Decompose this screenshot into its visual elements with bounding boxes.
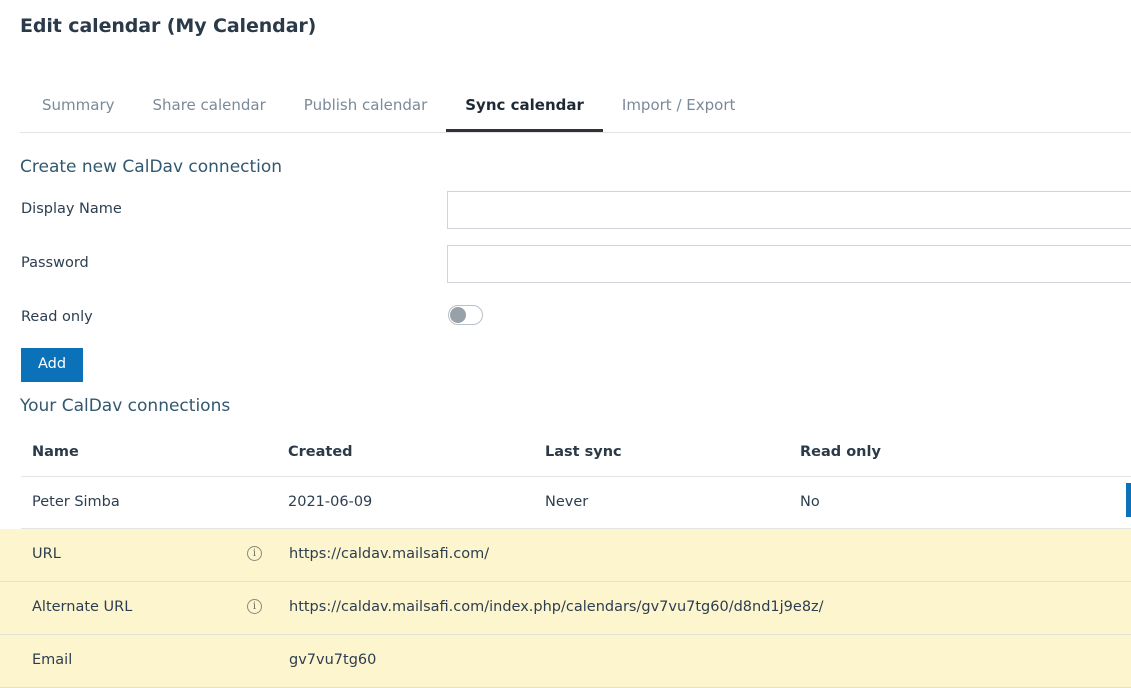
detail-row-url: URL i https://caldav.mailsafi.com/ (0, 529, 1131, 582)
password-label: Password (21, 255, 89, 271)
tab-share-calendar-label: Share calendar (153, 96, 266, 114)
tab-sync-calendar[interactable]: Sync calendar (446, 88, 603, 132)
tab-sync-calendar-label: Sync calendar (465, 96, 584, 114)
display-name-input[interactable] (447, 191, 1131, 229)
connections-heading: Your CalDav connections (20, 396, 230, 416)
connections-table: Name Created Last sync Read only Peter S… (0, 430, 1131, 688)
tab-import-export-label: Import / Export (622, 96, 735, 114)
password-row: Password (0, 245, 1131, 299)
cell-name: Peter Simba (32, 494, 120, 510)
detail-value-alternate-url: https://caldav.mailsafi.com/index.php/ca… (289, 599, 824, 615)
column-header-last-sync: Last sync (545, 444, 622, 460)
create-connection-heading: Create new CalDav connection (20, 157, 282, 177)
tab-publish-calendar[interactable]: Publish calendar (285, 88, 446, 132)
info-circle-icon[interactable]: i (247, 599, 262, 614)
display-name-label: Display Name (21, 201, 122, 217)
detail-row-alternate-url: Alternate URL i https://caldav.mailsafi.… (0, 582, 1131, 635)
detail-label-alternate-url: Alternate URL (32, 599, 132, 615)
display-name-row: Display Name (0, 191, 1131, 245)
detail-label-email: Email (32, 652, 72, 668)
row-action-button[interactable] (1126, 483, 1131, 517)
tab-summary-label: Summary (42, 96, 115, 114)
add-button[interactable]: Add (21, 348, 83, 382)
column-header-read-only: Read only (800, 444, 881, 460)
tab-bar: Summary Share calendar Publish calendar … (20, 88, 1131, 133)
toggle-knob (450, 307, 466, 323)
read-only-toggle[interactable] (448, 305, 483, 325)
password-input[interactable] (447, 245, 1131, 283)
cell-read-only: No (800, 494, 820, 510)
detail-label-url: URL (32, 546, 61, 562)
read-only-label: Read only (21, 309, 93, 325)
page-title: Edit calendar (My Calendar) (20, 15, 316, 37)
detail-value-email: gv7vu7tg60 (289, 652, 376, 668)
info-circle-icon[interactable]: i (247, 546, 262, 561)
column-header-name: Name (32, 444, 79, 460)
cell-created: 2021-06-09 (288, 494, 372, 510)
table-header-row: Name Created Last sync Read only (21, 430, 1131, 477)
detail-value-url: https://caldav.mailsafi.com/ (289, 546, 489, 562)
tab-publish-calendar-label: Publish calendar (304, 96, 427, 114)
tab-import-export[interactable]: Import / Export (603, 88, 754, 132)
edit-calendar-page: Edit calendar (My Calendar) Summary Shar… (0, 0, 1131, 686)
column-header-created: Created (288, 444, 353, 460)
read-only-row: Read only (0, 299, 1131, 353)
detail-row-email: Email gv7vu7tg60 (0, 635, 1131, 688)
cell-last-sync: Never (545, 494, 588, 510)
tab-share-calendar[interactable]: Share calendar (134, 88, 285, 132)
table-row[interactable]: Peter Simba 2021-06-09 Never No (21, 477, 1131, 529)
tab-summary[interactable]: Summary (20, 88, 134, 132)
